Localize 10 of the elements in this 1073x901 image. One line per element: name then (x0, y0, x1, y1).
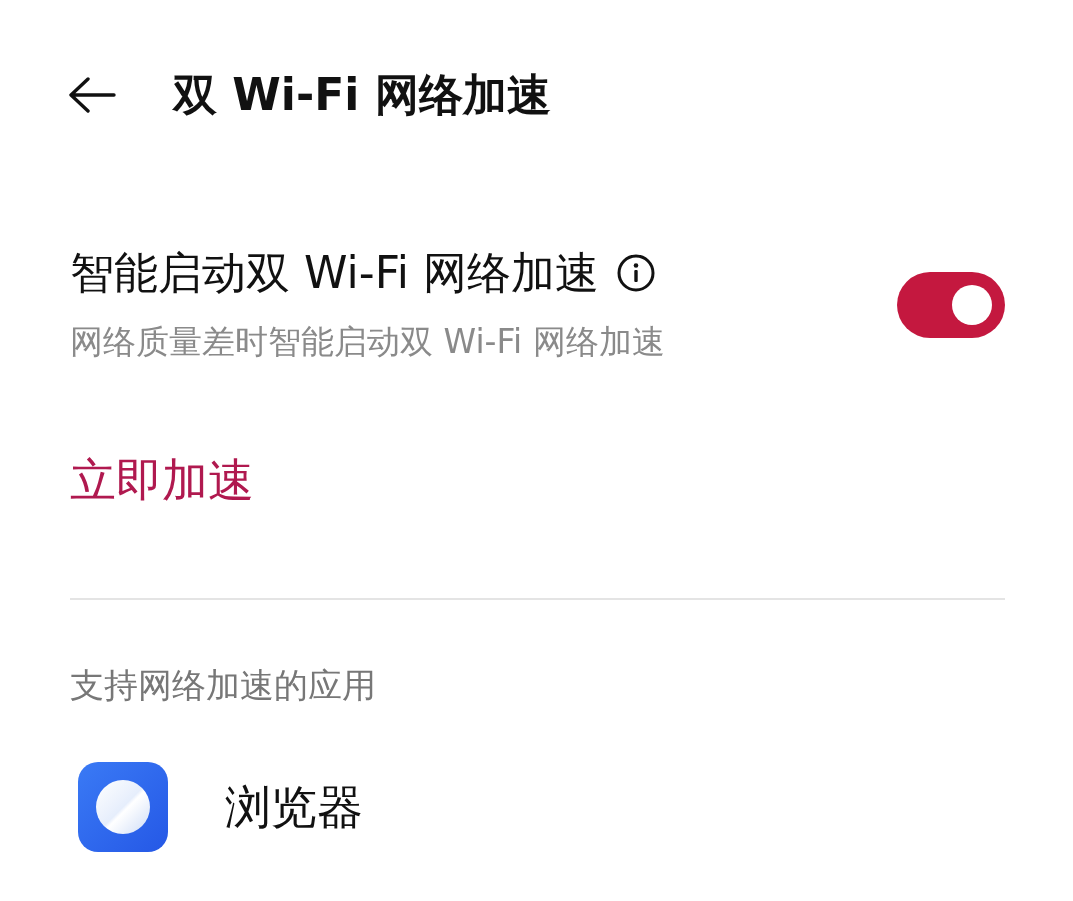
setting-description: 网络质量差时智能启动双 Wi-Fi 网络加速 (70, 321, 665, 363)
back-arrow-icon (68, 77, 116, 113)
back-button[interactable] (68, 77, 116, 113)
app-name: 浏览器 (225, 779, 363, 835)
speed-up-link[interactable]: 立即加速 (70, 452, 254, 508)
info-icon[interactable] (616, 254, 655, 292)
section-heading: 支持网络加速的应用 (70, 664, 376, 707)
page-title: 双 Wi-Fi 网络加速 (173, 68, 551, 122)
app-icon (78, 762, 168, 852)
setting-title: 智能启动双 Wi-Fi 网络加速 (70, 246, 599, 300)
